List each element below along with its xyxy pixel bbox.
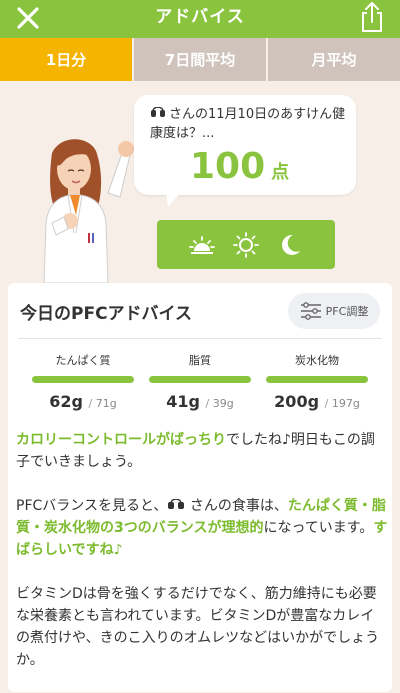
- header-bar: アドバイス: [0, 0, 400, 38]
- pfc-adjust-button[interactable]: PFC調整: [288, 293, 380, 329]
- card-title: 今日のPFCアドバイス: [20, 304, 193, 324]
- moon-icon[interactable]: [276, 231, 304, 259]
- pfc-advice-card: 今日のPFCアドバイス PFC調整 たんぱく質 62g / 71g 脂質 41g…: [8, 283, 392, 692]
- share-icon[interactable]: [358, 1, 386, 33]
- user-avatar-icon: [151, 107, 165, 117]
- nutrient-label: 脂質: [189, 354, 211, 367]
- nutrient-protein: たんぱく質 62g / 71g: [32, 352, 134, 411]
- divider: [18, 338, 382, 339]
- nutrient-value: 200g: [274, 392, 320, 411]
- nutrient-label: たんぱく質: [55, 354, 111, 367]
- health-score: 100 点: [190, 149, 289, 185]
- sliders-icon: [300, 302, 321, 320]
- hero-section: さんの11月10日のあすけん健康度は？... 100 点: [0, 81, 400, 283]
- meal-time-selector: [157, 220, 335, 269]
- advice-paragraph: ビタミンDは骨を強くするだけでなく、筋力維持にも必要な栄養素とも言われています。…: [16, 586, 380, 668]
- tab-1day[interactable]: 1日分: [0, 38, 132, 81]
- page-title: アドバイス: [155, 7, 245, 27]
- user-avatar-icon: [168, 499, 185, 509]
- nutrient-value: 41g: [166, 392, 200, 411]
- nutrient-target: 39g: [212, 397, 234, 410]
- tab-7day-average[interactable]: 7日間平均: [132, 38, 266, 81]
- health-score-value: 100: [190, 146, 266, 187]
- nutrient-bar: [266, 376, 368, 383]
- bubble-message: さんの11月10日のあすけん健康度は？...: [150, 107, 346, 141]
- advice-paragraph: PFCバランスを見ると、 さんの食事は、たんぱく質・脂質・炭水化物の3つのバラン…: [16, 498, 388, 558]
- pfc-adjust-label: PFC調整: [325, 305, 369, 318]
- nutrient-value: 62g: [49, 392, 83, 411]
- nutrient-fat: 脂質 41g / 39g: [149, 352, 251, 411]
- advice-paragraph: カロリーコントロールがばっちりでしたね♪明日もこの調子でいきましょう。: [16, 432, 375, 470]
- nutrient-bar: [149, 376, 251, 383]
- tab-monthly-average[interactable]: 月平均: [266, 38, 400, 81]
- score-speech-bubble: さんの11月10日のあすけん健康度は？... 100 点: [134, 95, 356, 207]
- period-tabs: 1日分 7日間平均 月平均: [0, 38, 400, 81]
- bubble-tail: [166, 191, 182, 207]
- sunrise-icon[interactable]: [188, 231, 216, 259]
- nutrient-label: 炭水化物: [295, 354, 339, 367]
- advice-text: カロリーコントロールがばっちりでしたね♪明日もこの調子でいきましょう。 PFCバ…: [16, 429, 388, 693]
- nutrient-carbs: 炭水化物 200g / 197g: [266, 352, 368, 411]
- sun-icon[interactable]: [232, 231, 260, 259]
- nutrient-bar: [32, 376, 134, 383]
- nutrient-target: 71g: [95, 397, 117, 410]
- nutrient-target: 197g: [331, 397, 360, 410]
- dietitian-character-illustration: [43, 139, 134, 283]
- health-score-unit: 点: [271, 162, 290, 183]
